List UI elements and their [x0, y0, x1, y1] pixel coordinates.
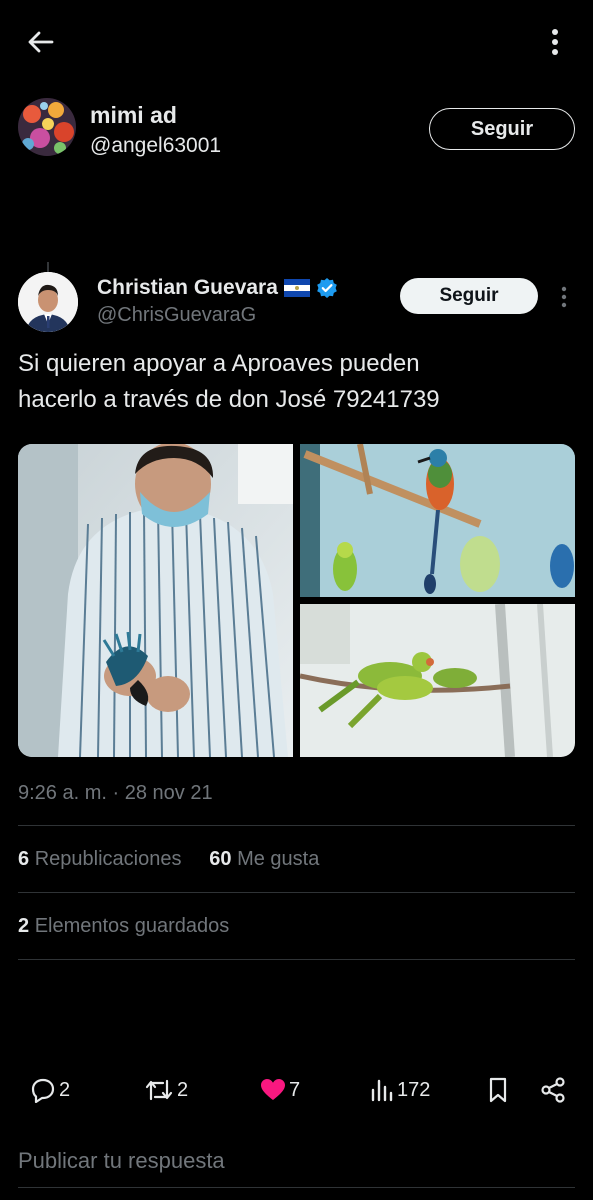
top-bar [0, 0, 593, 80]
heart-filled-icon [261, 1079, 285, 1100]
reply-bubble-icon [31, 1078, 55, 1103]
more-options-button[interactable] [545, 24, 565, 60]
reposts-stat[interactable]: 6 Republicaciones [18, 848, 181, 870]
tweet-text-line: Si quieren apoyar a Aproaves pueden [18, 350, 420, 377]
bookmarks-label: Elementos guardados [34, 915, 230, 937]
likes-count: 60 [209, 848, 232, 870]
action-bar: 2 2 7 172 [18, 1070, 575, 1110]
divider [18, 892, 575, 893]
reply-count: 2 [59, 1078, 71, 1101]
reposts-label: Republicaciones [34, 848, 182, 870]
author-name[interactable]: Christian Guevara [97, 276, 278, 300]
vertical-dots-icon [561, 286, 567, 308]
retweeter-avatar[interactable] [18, 98, 76, 156]
reply-button[interactable]: 2 [30, 1070, 70, 1110]
divider [18, 825, 575, 826]
divider [18, 959, 575, 960]
back-button[interactable] [22, 24, 58, 60]
tweet-text-line: hacerlo a través de don José 79241739 [18, 386, 440, 413]
bookmarks-stat[interactable]: 2 Elementos guardados [18, 915, 229, 938]
motmot-bird-on-perch-photo[interactable] [300, 444, 575, 597]
views-bar-chart-icon [371, 1079, 393, 1102]
engagement-stats: 6 Republicaciones 60 Me gusta [18, 848, 319, 871]
retweeter-header: mimi ad @angel63001 Seguir [18, 96, 575, 160]
share-icon [541, 1077, 565, 1103]
tweet-timestamp[interactable]: 9:26 a. m. · 28 nov 21 [18, 782, 213, 805]
reply-input-underline [18, 1187, 575, 1188]
arrow-left-icon [28, 31, 54, 53]
verified-badge-icon [317, 278, 337, 298]
like-button[interactable]: 7 [260, 1070, 300, 1110]
share-button[interactable] [540, 1070, 566, 1110]
author-header: Christian Guevara @ChrisGuevaraG Seguir [18, 268, 575, 338]
reposts-count: 6 [18, 848, 30, 870]
media-grid [18, 444, 575, 757]
likes-label: Me gusta [237, 848, 320, 870]
author-handle[interactable]: @ChrisGuevaraG [97, 304, 256, 327]
retweeter-handle[interactable]: @angel63001 [90, 134, 221, 158]
bookmarks-count: 2 [18, 915, 30, 937]
likes-stat[interactable]: 60 Me gusta [209, 848, 319, 870]
retweeter-name[interactable]: mimi ad [90, 102, 177, 129]
man-holding-bird-photo[interactable] [18, 444, 293, 757]
bookmark-button[interactable] [488, 1070, 508, 1110]
like-count: 7 [289, 1078, 301, 1101]
tweet-more-button[interactable] [559, 286, 569, 308]
vertical-dots-icon [552, 29, 558, 55]
retweet-button[interactable]: 2 [144, 1070, 188, 1110]
follow-retweeter-button[interactable]: Seguir [429, 108, 575, 150]
follow-author-button[interactable]: Seguir [400, 278, 538, 314]
author-name-row: Christian Guevara [97, 276, 338, 300]
retweet-count: 2 [177, 1078, 189, 1101]
reply-input[interactable]: Publicar tu respuesta [18, 1148, 225, 1174]
views-button[interactable]: 172 [370, 1070, 430, 1110]
views-count: 172 [397, 1078, 431, 1101]
parakeets-on-branch-photo[interactable] [300, 604, 575, 757]
retweet-icon [145, 1079, 173, 1101]
tweet-text: Si quieren apoyar a Aproaves pueden hace… [18, 346, 578, 418]
author-avatar[interactable] [18, 272, 78, 332]
el-salvador-flag-icon [283, 279, 310, 297]
bookmark-icon [489, 1077, 507, 1103]
